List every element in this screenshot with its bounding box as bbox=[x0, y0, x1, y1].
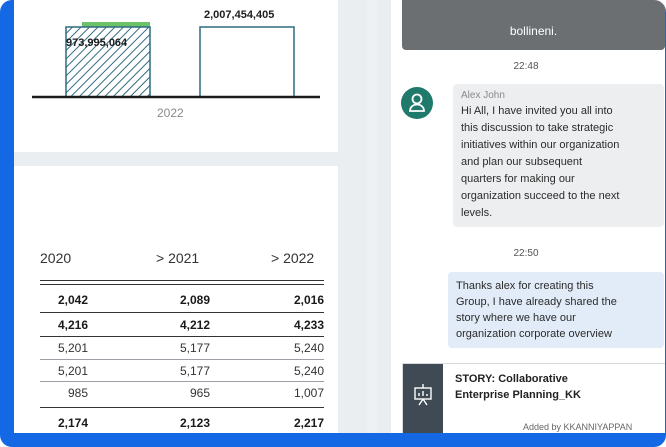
message-author: Alex John bbox=[461, 90, 505, 101]
chat-message-alex: Alex John Hi All, I have invited you all… bbox=[453, 84, 664, 227]
timestamp: 22:48 bbox=[513, 61, 539, 72]
table-header-2021[interactable]: > 2021 bbox=[156, 250, 199, 266]
discussion-panel: bollineni. 22:48 Alex John Hi All, I hav… bbox=[391, 0, 665, 433]
story-canvas: 973,995,064 2,007,454,405 2022 2020 > 20… bbox=[14, 0, 367, 433]
presentation-icon bbox=[414, 384, 432, 406]
bar-chart-widget[interactable]: 973,995,064 2,007,454,405 2022 bbox=[14, 0, 338, 152]
chat-message-reply: Thanks alex for creating this Group, I h… bbox=[448, 272, 664, 348]
message-line: and plan our subsequent bbox=[461, 156, 583, 168]
message-line: story where we have our bbox=[456, 312, 576, 324]
app-content: 973,995,064 2,007,454,405 2022 2020 > 20… bbox=[14, 0, 665, 433]
row-divider bbox=[40, 407, 324, 408]
message-line: organization corporate overview bbox=[456, 328, 612, 340]
bar-data-label-1: 973,995,064 bbox=[66, 37, 128, 49]
row-divider bbox=[40, 381, 324, 382]
bar-chart bbox=[32, 22, 320, 99]
window-frame: 973,995,064 2,007,454,405 2022 2020 > 20… bbox=[0, 0, 666, 447]
shared-story-card[interactable]: STORY: Collaborative Enterprise Planning… bbox=[402, 363, 665, 433]
header-divider-2 bbox=[40, 284, 324, 285]
x-tick-label: 2022 bbox=[157, 106, 184, 120]
table-header-2020[interactable]: 2020 bbox=[40, 250, 71, 266]
story-icon-tile bbox=[403, 364, 443, 433]
row-divider bbox=[40, 312, 324, 313]
message-line: this discussion to take strategic bbox=[461, 122, 614, 134]
message-line: quarters for making our bbox=[461, 173, 575, 185]
message-line: Group, I have already shared the bbox=[456, 296, 617, 308]
panel-separator bbox=[367, 0, 377, 433]
bar-data-label-2: 2,007,454,405 bbox=[204, 9, 275, 21]
message-line: levels. bbox=[461, 207, 493, 219]
row-divider bbox=[40, 336, 324, 337]
message-text: bollineni. bbox=[509, 24, 558, 38]
message-line: Thanks alex for creating this bbox=[456, 280, 594, 292]
table-header-2022[interactable]: > 2022 bbox=[271, 250, 314, 266]
bar-2007454405 bbox=[199, 26, 295, 98]
chat-message-top: bollineni. bbox=[402, 0, 665, 50]
table-widget[interactable]: 2020 > 2021 > 2022 2,042 2,089 2,016 4,2… bbox=[14, 166, 338, 433]
avatar[interactable] bbox=[401, 87, 433, 119]
message-line: initiatives within our organization bbox=[461, 139, 620, 151]
timestamp: 22:50 bbox=[513, 248, 539, 259]
story-title: STORY: Collaborative bbox=[455, 373, 568, 385]
message-line: Hi All, I have invited you all into bbox=[461, 105, 613, 117]
row-divider bbox=[40, 359, 324, 360]
story-added-by: Added by KKANNIYAPPAN bbox=[523, 422, 633, 432]
user-icon bbox=[409, 93, 425, 112]
story-title: Enterprise Planning_KK bbox=[455, 389, 581, 401]
message-line: organization succeed to the next bbox=[461, 190, 620, 202]
header-divider bbox=[40, 280, 324, 281]
